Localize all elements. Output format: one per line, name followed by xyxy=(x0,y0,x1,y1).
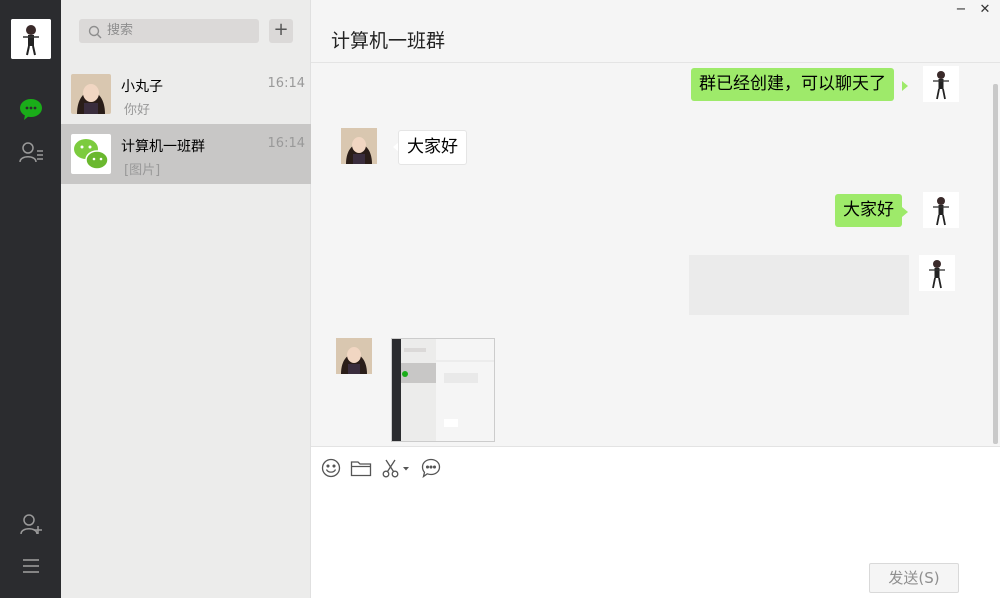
screenshot-thumbnail xyxy=(392,339,494,441)
close-button[interactable]: ✕ xyxy=(975,2,995,17)
message-bubble-sent[interactable]: 群已经创建，可以聊天了 xyxy=(691,68,894,101)
image-loading-placeholder[interactable] xyxy=(689,255,909,315)
bubble-tail xyxy=(902,207,908,217)
message-composer: 发送(S) xyxy=(311,446,1000,598)
left-navigation xyxy=(0,0,61,598)
contacts-icon[interactable] xyxy=(18,139,44,165)
chat-bubble-icon[interactable] xyxy=(421,458,441,479)
menu-icon[interactable] xyxy=(18,553,44,579)
scrollbar[interactable] xyxy=(993,84,998,444)
avatar[interactable] xyxy=(336,338,372,374)
message-bubble-received[interactable]: 大家好 xyxy=(398,130,467,165)
my-avatar[interactable] xyxy=(11,19,51,59)
send-button[interactable]: 发送(S) xyxy=(869,563,959,593)
add-contact-icon[interactable] xyxy=(18,511,44,537)
scissors-icon[interactable] xyxy=(382,458,412,478)
conversation-name: 小丸子 xyxy=(121,79,163,95)
search-icon xyxy=(88,24,102,39)
search-box[interactable]: 搜索 xyxy=(79,19,259,43)
message-area[interactable]: 群已经创建，可以聊天了 大家好 大家好 xyxy=(311,64,1000,446)
group-avatar xyxy=(71,134,111,174)
chat-icon[interactable] xyxy=(18,96,44,122)
avatar xyxy=(71,74,111,114)
chat-panel: 计算机一班群 − ✕ 群已经创建，可以聊天了 大家好 大家好 发送(S) xyxy=(311,0,1000,598)
conversation-time: 16:14 xyxy=(267,136,305,151)
conversation-preview: [图片] xyxy=(124,163,161,178)
search-input[interactable]: 搜索 xyxy=(107,23,133,39)
conversation-time: 16:14 xyxy=(267,76,305,91)
message-bubble-sent[interactable]: 大家好 xyxy=(835,194,902,227)
minimize-button[interactable]: − xyxy=(951,2,971,17)
conversation-item[interactable]: 小丸子 16:14 你好 xyxy=(61,64,311,124)
conversation-preview: 你好 xyxy=(124,103,151,118)
emoji-icon[interactable] xyxy=(321,458,341,478)
chat-title: 计算机一班群 xyxy=(331,30,446,52)
image-message[interactable] xyxy=(391,338,495,442)
avatar[interactable] xyxy=(923,66,959,102)
add-button[interactable]: + xyxy=(269,19,293,43)
avatar[interactable] xyxy=(341,128,377,164)
avatar[interactable] xyxy=(919,255,955,291)
folder-icon[interactable] xyxy=(350,458,372,478)
conversation-name: 计算机一班群 xyxy=(121,139,205,155)
wechat-window: 搜索 + 小丸子 16:14 你好 计算机一班群 16:14 [图片] 计算机一… xyxy=(0,0,1000,598)
avatar[interactable] xyxy=(923,192,959,228)
chat-header: 计算机一班群 − ✕ xyxy=(311,0,1000,63)
bubble-tail xyxy=(902,81,908,91)
conversation-list: 搜索 + 小丸子 16:14 你好 计算机一班群 16:14 [图片] xyxy=(61,0,311,598)
conversation-item-selected[interactable]: 计算机一班群 16:14 [图片] xyxy=(61,124,311,184)
